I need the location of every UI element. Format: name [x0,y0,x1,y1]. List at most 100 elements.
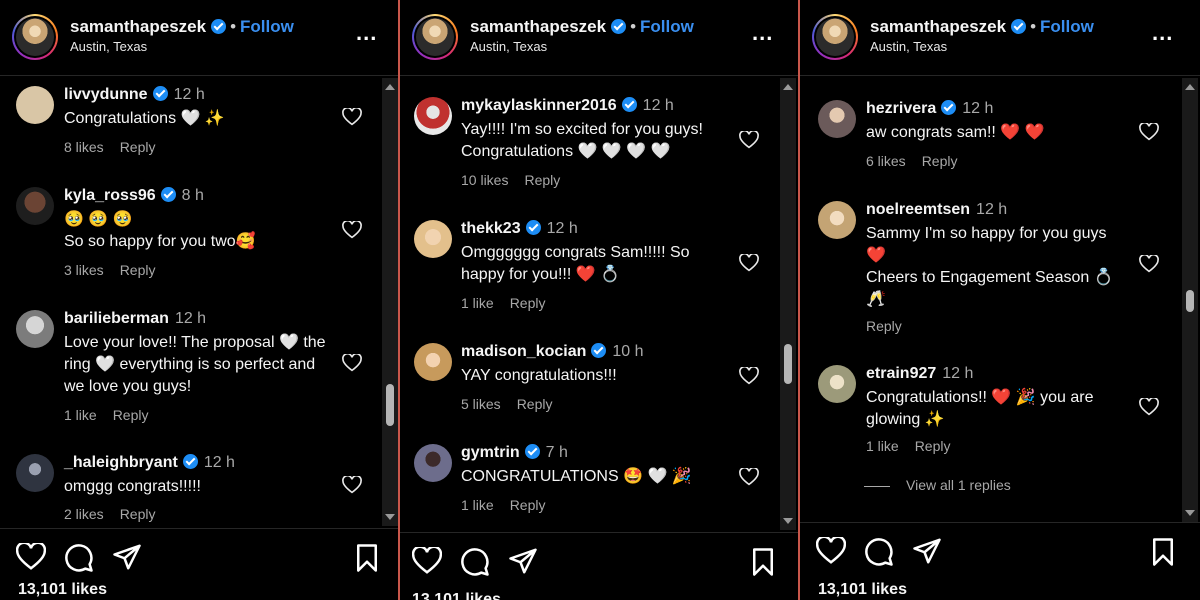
commenter-username[interactable]: noelreemtsen [866,201,970,218]
comments-scrollbar[interactable] [382,78,398,526]
heart-icon[interactable] [739,367,759,385]
scrollbar-thumb[interactable] [1186,290,1194,312]
commenter-username[interactable]: livvydunne [64,86,148,103]
commenter-username[interactable]: madison_kocian [461,343,586,360]
commenter-avatar[interactable] [414,444,452,482]
reply-button[interactable]: Reply [510,295,546,311]
commenter-username[interactable]: thekk23 [461,220,521,237]
comment-likes[interactable]: 6 likes [866,153,906,169]
bookmark-icon[interactable] [1150,537,1176,567]
commenter-username[interactable]: kyla_ross96 [64,187,156,204]
commenter-avatar[interactable] [414,97,452,135]
commenter-avatar[interactable] [414,220,452,258]
commenter-avatar[interactable] [818,100,856,138]
heart-icon[interactable] [342,476,362,494]
commenter-username[interactable]: gymtrin [461,444,520,461]
commenter-avatar[interactable] [16,86,54,124]
reply-button[interactable]: Reply [866,318,902,334]
heart-icon[interactable] [1139,255,1159,273]
author-username[interactable]: samanthapeszek • Follow [870,17,1094,37]
heart-icon[interactable] [739,468,759,486]
username-text[interactable]: samanthapeszek [70,17,206,36]
likes-count[interactable]: 13,101 likes [818,581,907,599]
comment-likes[interactable]: 1 like [866,438,899,454]
heart-icon[interactable] [1139,123,1159,141]
commenter-username[interactable]: etrain927 [866,365,936,382]
likes-count[interactable]: 13,101 likes [18,581,107,599]
commenter-avatar[interactable] [818,201,856,239]
like-heart-icon[interactable] [412,547,442,575]
reply-button[interactable]: Reply [510,497,546,513]
comment-icon[interactable] [864,537,894,567]
send-icon[interactable] [112,543,142,571]
reply-button[interactable]: Reply [524,172,560,188]
commenter-avatar[interactable] [818,365,856,403]
heart-icon[interactable] [342,221,362,239]
scroll-up-icon[interactable] [783,84,793,90]
scroll-up-icon[interactable] [385,84,395,90]
reply-button[interactable]: Reply [120,139,156,155]
author-username[interactable]: samanthapeszek • Follow [470,17,694,37]
scroll-down-icon[interactable] [783,518,793,524]
comment-likes[interactable]: 8 likes [64,139,104,155]
commenter-username[interactable]: _haleighbryant [64,454,178,471]
commenter-username[interactable]: barilieberman [64,310,169,327]
heart-icon[interactable] [342,108,362,126]
comments-scrollbar[interactable] [1182,78,1198,522]
comment-likes[interactable]: 1 like [461,295,494,311]
comment-likes[interactable]: 2 likes [64,506,104,522]
heart-icon[interactable] [739,254,759,272]
commenter-username[interactable]: mykaylaskinner2016 [461,97,617,114]
commenter-avatar[interactable] [16,187,54,225]
more-options-icon[interactable]: ... [1152,20,1173,46]
comment-likes[interactable]: 5 likes [461,396,501,412]
send-icon[interactable] [912,537,942,565]
scrollbar-thumb[interactable] [386,384,394,426]
comment-icon[interactable] [460,547,490,577]
comments-scrollbar[interactable] [780,78,796,530]
more-options-icon[interactable]: ... [356,20,377,46]
comment-likes[interactable]: 1 like [461,497,494,513]
username-text[interactable]: samanthapeszek [470,17,606,36]
commenter-avatar[interactable] [16,454,54,492]
scroll-down-icon[interactable] [385,514,395,520]
commenter-username[interactable]: hezrivera [866,100,936,117]
follow-button[interactable]: Follow [640,17,694,36]
like-heart-icon[interactable] [816,537,846,565]
comment-icon[interactable] [64,543,94,573]
bookmark-icon[interactable] [750,547,776,577]
comment-likes[interactable]: 10 likes [461,172,508,188]
reply-button[interactable]: Reply [517,396,553,412]
heart-icon[interactable] [1139,398,1159,416]
follow-button[interactable]: Follow [240,17,294,36]
reply-button[interactable]: Reply [120,506,156,522]
scroll-up-icon[interactable] [1185,84,1195,90]
reply-button[interactable]: Reply [922,153,958,169]
post-location[interactable]: Austin, Texas [870,39,947,54]
heart-icon[interactable] [342,354,362,372]
like-heart-icon[interactable] [16,543,46,571]
follow-button[interactable]: Follow [1040,17,1094,36]
username-text[interactable]: samanthapeszek [870,17,1006,36]
commenter-avatar[interactable] [16,310,54,348]
view-replies-link[interactable]: View all 1 replies [864,477,1011,493]
likes-count[interactable]: 13,101 likes [412,591,501,600]
post-location[interactable]: Austin, Texas [70,39,147,54]
author-avatar[interactable] [12,14,58,60]
reply-button[interactable]: Reply [120,262,156,278]
reply-button[interactable]: Reply [113,407,149,423]
scroll-down-icon[interactable] [1185,510,1195,516]
author-username[interactable]: samanthapeszek • Follow [70,17,294,37]
reply-button[interactable]: Reply [915,438,951,454]
author-avatar[interactable] [412,14,458,60]
bookmark-icon[interactable] [354,543,380,573]
commenter-avatar[interactable] [414,343,452,381]
scrollbar-thumb[interactable] [784,344,792,384]
comment-likes[interactable]: 3 likes [64,262,104,278]
post-location[interactable]: Austin, Texas [470,39,547,54]
heart-icon[interactable] [739,131,759,149]
comment-likes[interactable]: 1 like [64,407,97,423]
more-options-icon[interactable]: ... [752,20,773,46]
author-avatar[interactable] [812,14,858,60]
send-icon[interactable] [508,547,538,575]
